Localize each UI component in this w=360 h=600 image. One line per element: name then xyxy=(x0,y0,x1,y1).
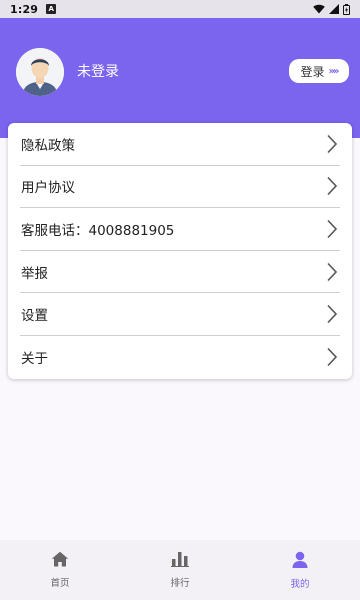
menu-item-user-agreement[interactable]: 用户协议 xyxy=(20,166,340,209)
nav-tab-mine[interactable]: 我的 xyxy=(240,540,360,600)
menu-item-label: 设置 xyxy=(21,308,48,325)
chevron-right-icon xyxy=(327,177,338,196)
menu-item-settings[interactable]: 设置 xyxy=(20,293,340,336)
nav-label-ranking: 排行 xyxy=(170,578,190,589)
bottom-nav: 首页 排行 我的 xyxy=(0,540,360,600)
bar-chart-icon xyxy=(171,552,189,567)
menu-item-label: 关于 xyxy=(21,351,48,368)
notification-icon: A xyxy=(46,4,57,14)
menu-item-about[interactable]: 关于 xyxy=(20,336,340,379)
nav-label-home: 首页 xyxy=(50,578,70,589)
menu-item-label: 举报 xyxy=(21,265,48,282)
username-label[interactable]: 未登录 xyxy=(77,61,119,81)
status-time: 1:29 xyxy=(10,2,39,16)
home-icon xyxy=(51,551,69,567)
login-button[interactable]: 登录 »» xyxy=(289,59,349,83)
menu-item-customer-service[interactable]: 客服电话：4008881905 xyxy=(20,208,340,251)
chevron-right-icon xyxy=(327,134,338,153)
menu-card: 隐私政策 用户协议 客服电话：4008881905 举报 设置 关于 xyxy=(8,123,352,379)
menu-item-label: 隐私政策 xyxy=(21,137,75,154)
menu-item-label: 用户协议 xyxy=(21,180,75,197)
status-bar: 1:29 A xyxy=(0,0,360,18)
status-indicators xyxy=(313,3,350,15)
login-label: 登录 xyxy=(300,64,325,79)
wifi-icon xyxy=(313,4,325,14)
double-chevron-right-icon: »» xyxy=(328,65,340,77)
person-icon xyxy=(292,551,308,568)
nav-tab-ranking[interactable]: 排行 xyxy=(120,540,240,600)
menu-item-label: 客服电话：4008881905 xyxy=(21,222,175,239)
avatar-icon[interactable] xyxy=(16,48,64,96)
chevron-right-icon xyxy=(327,219,338,239)
chevron-right-icon xyxy=(327,305,338,324)
menu-item-privacy-policy[interactable]: 隐私政策 xyxy=(20,123,340,166)
screen: 1:29 A 未登录 登录 »» 隐私政策 用户协议 客服电话：40088819… xyxy=(0,0,360,600)
signal-icon xyxy=(329,4,339,14)
nav-label-mine: 我的 xyxy=(290,578,310,590)
profile-header: 未登录 登录 »» xyxy=(0,18,360,138)
chevron-right-icon xyxy=(327,262,338,281)
nav-tab-home[interactable]: 首页 xyxy=(0,540,120,600)
chevron-right-icon xyxy=(327,348,338,367)
menu-item-report[interactable]: 举报 xyxy=(20,251,340,294)
battery-icon xyxy=(343,3,350,15)
